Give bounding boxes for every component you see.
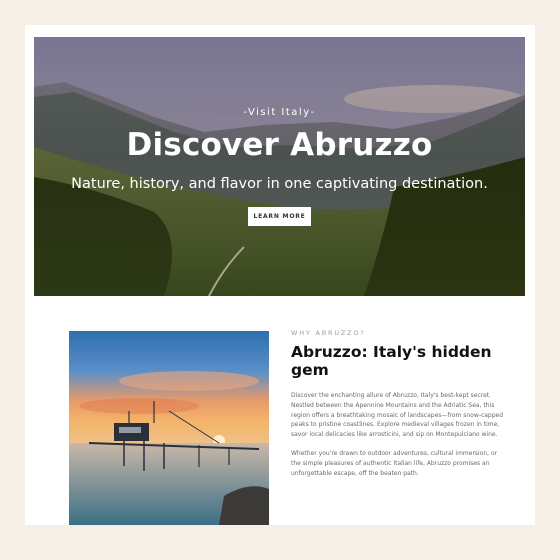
learn-more-button[interactable]: LEARN MORE [248,207,311,226]
closing-paragraph: Whether you're drawn to outdoor adventur… [291,449,498,477]
trabocco-sunset-image [69,331,269,525]
hero-subtitle: Nature, history, and flavor in one capti… [71,176,488,192]
about-section: WHY ABRUZZO? Abruzzo: Italy's hidden gem… [291,329,506,487]
hero-title: Discover Abruzzo [126,127,433,163]
page-card: -Visit Italy- Discover Abruzzo Nature, h… [25,25,535,525]
hero-section: -Visit Italy- Discover Abruzzo Nature, h… [34,37,525,296]
section-title: Abruzzo: Italy's hidden gem [291,343,492,379]
section-kicker: WHY ABRUZZO? [291,329,366,337]
hero-eyebrow: -Visit Italy- [243,107,316,118]
intro-paragraph: Discover the enchanting allure of Abruzz… [291,392,504,439]
hero-overlay [34,37,525,296]
